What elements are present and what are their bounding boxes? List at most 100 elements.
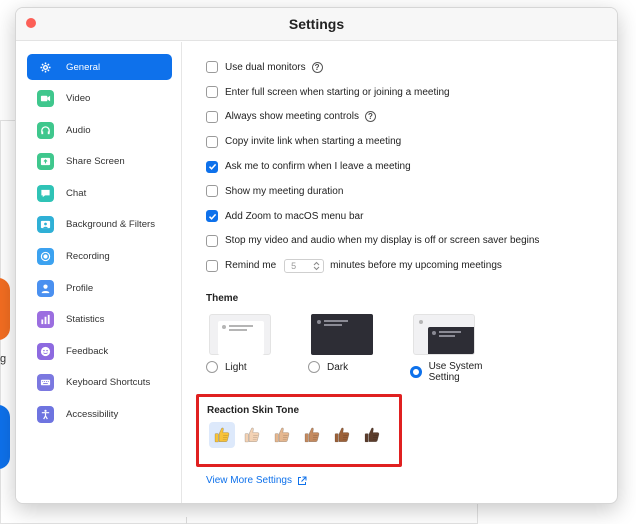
sidebar-item-accessibility[interactable]: Accessibility [27,402,172,428]
remind-label-before: Remind me [225,260,277,272]
theme-system-radio[interactable] [410,366,422,379]
option-label: Show my meeting duration [225,185,344,197]
option-checkbox[interactable] [206,185,218,198]
sidebar-item-label: General [66,61,101,73]
option-row[interactable]: Always show meeting controls? [206,105,617,130]
sidebar-item-label: Share Screen [66,156,125,168]
sidebar-item-label: Keyboard Shortcuts [66,377,151,389]
background-blue-tile [0,405,10,469]
background-footer [186,517,478,524]
thumbs-up-icon [304,427,320,443]
reaction-skin-tone-section: Reaction Skin Tone [196,394,402,467]
profile-icon [37,279,54,297]
sidebar-item-label: Background & Filters [66,219,156,231]
sidebar-item-background-filters[interactable]: Background & Filters [27,212,172,238]
remind-option[interactable]: Remind me 5 minutes before my upcoming m… [206,253,617,278]
sidebar-item-label: Accessibility [66,409,119,421]
skin-tone-option[interactable] [299,422,325,448]
option-label: Ask me to confirm when I leave a meeting [225,161,411,173]
theme-light-preview [209,314,271,356]
help-icon[interactable]: ? [311,61,323,73]
thumbs-up-icon [274,427,290,443]
option-row[interactable]: Copy invite link when starting a meeting [206,129,617,154]
sidebar-item-label: Statistics [66,314,105,326]
theme-dark-label: Dark [327,361,349,373]
sidebar-item-audio[interactable]: Audio [27,117,172,143]
option-row[interactable]: Stop my video and audio when my display … [206,229,617,254]
remind-minutes-value: 5 [291,260,297,271]
sidebar-item-label: Profile [66,282,94,294]
remind-checkbox[interactable] [206,259,218,272]
skin-tone-option[interactable] [239,422,265,448]
option-label: Copy invite link when starting a meeting [225,136,402,148]
option-row[interactable]: Show my meeting duration [206,179,617,204]
sidebar-item-label: Feedback [66,345,109,357]
sidebar-item-chat[interactable]: Chat [27,180,172,206]
skin-tone-option[interactable] [329,422,355,448]
option-label: Enter full screen when starting or joini… [225,86,450,98]
theme-light-label: Light [225,361,247,373]
option-checkbox[interactable] [206,210,218,223]
option-checkbox[interactable] [206,234,218,247]
external-link-icon [297,476,307,485]
sidebar-item-label: Video [66,93,91,105]
chat-icon [37,184,54,202]
thumbs-up-icon [244,427,260,443]
thumbs-up-icon [364,427,380,443]
sidebar-item-share-screen[interactable]: Share Screen [27,149,172,175]
theme-light-option[interactable]: Light [206,314,306,383]
option-checkbox[interactable] [206,61,218,74]
sidebar-item-keyboard-shortcuts[interactable]: Keyboard Shortcuts [27,370,172,396]
sidebar-item-label: Chat [66,187,87,199]
sidebar-item-recording[interactable]: Recording [27,244,172,270]
checkmark-icon [208,163,216,170]
theme-dark-option[interactable]: Dark [308,314,408,383]
accessibility-icon [37,406,54,424]
theme-dark-preview [311,314,373,356]
headphones-icon [37,121,54,139]
skin-tone-option[interactable] [359,422,385,448]
theme-light-radio[interactable] [206,361,218,374]
video-icon [37,90,54,108]
option-row[interactable]: Add Zoom to macOS menu bar [206,204,617,229]
recording-icon [37,248,54,266]
option-label: Always show meeting controls [225,111,359,123]
thumbs-up-icon [214,427,230,443]
close-window-button[interactable] [26,18,36,28]
sidebar-item-video[interactable]: Video [27,86,172,112]
option-checkbox[interactable] [206,135,218,148]
view-more-settings-label: View More Settings [206,475,292,486]
sidebar-item-label: Audio [66,124,91,136]
option-row[interactable]: Enter full screen when starting or joini… [206,80,617,105]
skin-tone-option[interactable] [269,422,295,448]
view-more-settings-link[interactable]: View More Settings [206,475,307,486]
option-checkbox[interactable] [206,110,218,123]
reaction-skin-tone-heading: Reaction Skin Tone [207,405,300,416]
option-row[interactable]: Use dual monitors? [206,55,617,80]
sidebar-item-profile[interactable]: Profile [27,275,172,301]
remind-minutes-stepper[interactable]: 5 [284,258,325,273]
skin-tone-option[interactable] [209,422,235,448]
general-options-list: Use dual monitors? Enter full screen when… [206,55,617,253]
theme-system-option[interactable]: Use System Setting [410,314,510,383]
option-checkbox[interactable] [206,86,218,99]
sidebar-item-statistics[interactable]: Statistics [27,307,172,333]
statistics-icon [37,311,54,329]
option-row[interactable]: Ask me to confirm when I leave a meeting [206,154,617,179]
background-icon [37,216,54,234]
feedback-icon [37,342,54,360]
share-screen-icon [37,153,54,171]
background-orange-tile [0,278,10,340]
settings-window: Settings General Video Audio Share Screen Ch… [15,7,618,504]
remind-label-after: minutes before my upcoming meetings [330,260,502,272]
theme-system-label: Use System Setting [428,361,483,384]
sidebar-item-feedback[interactable]: Feedback [27,338,172,364]
help-icon[interactable]: ? [364,111,376,123]
thumbs-up-icon [334,427,350,443]
theme-heading: Theme [206,293,239,305]
sidebar-item-general[interactable]: General [27,54,172,80]
keyboard-icon [37,374,54,392]
skin-tone-options [209,422,399,448]
option-checkbox[interactable] [206,160,218,173]
theme-dark-radio[interactable] [308,361,320,374]
